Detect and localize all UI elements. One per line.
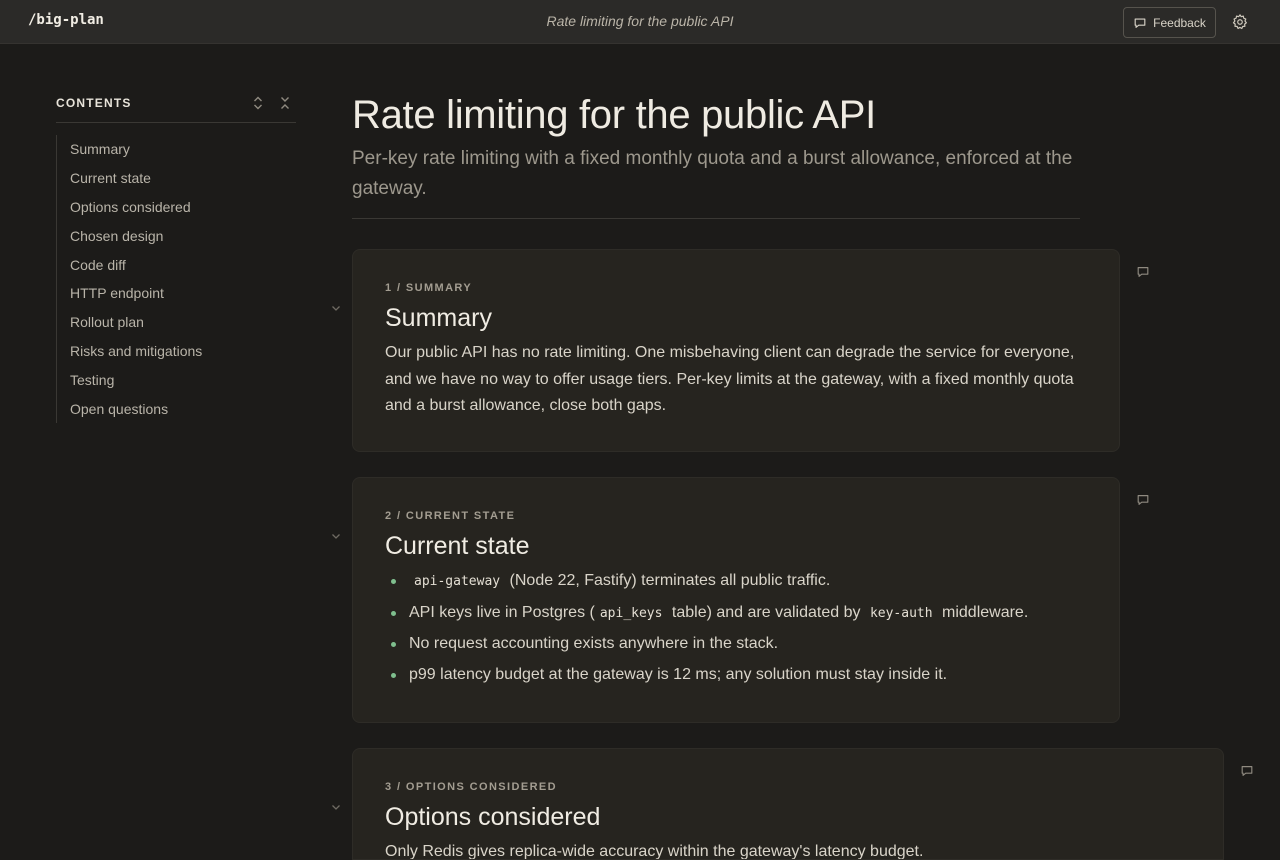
list-item: No request accounting exists anywhere in…	[385, 629, 1087, 660]
list-item: API keys live in Postgres (api_keys tabl…	[385, 598, 1087, 630]
list-item-text: middleware.	[937, 603, 1029, 621]
list-item: p99 latency budget at the gateway is 12 …	[385, 660, 1087, 691]
section-body: Our public API has no rate limiting. One…	[385, 344, 1075, 414]
section-label: 2 / CURRENT STATE	[385, 510, 516, 522]
list-item-text: p99 latency budget at the gateway is 12 …	[409, 666, 948, 684]
chevron-down-icon[interactable]	[330, 302, 342, 314]
top-bar: /big-plan Rate limiting for the public A…	[0, 0, 1280, 44]
list-item-text: API keys live in Postgres (	[409, 603, 595, 621]
bullet-dot	[391, 579, 396, 584]
toc-item-testing[interactable]: Testing	[57, 366, 296, 395]
toc-item-risks-and-mitigations[interactable]: Risks and mitigations	[57, 337, 296, 366]
section-label: 1 / SUMMARY	[385, 282, 473, 294]
comment-icon[interactable]	[1136, 493, 1150, 507]
collapse-all-icon[interactable]	[278, 95, 292, 111]
toc-item-rollout-plan[interactable]: Rollout plan	[57, 308, 296, 337]
chevron-down-icon[interactable]	[330, 530, 342, 542]
inline-code: api-gateway	[414, 574, 501, 589]
feedback-label: Feedback	[1153, 15, 1206, 30]
bullet-dot	[391, 610, 396, 616]
comment-icon	[1134, 17, 1146, 28]
inline-code: api_keys	[599, 605, 663, 621]
section-body: Only Redis gives replica-wide accuracy w…	[385, 843, 924, 860]
section-title: Summary	[385, 304, 492, 332]
toc-item-summary[interactable]: Summary	[57, 135, 296, 164]
comment-icon[interactable]	[1240, 764, 1254, 778]
bullet-dot	[391, 642, 396, 648]
inline-code: key-auth	[869, 605, 933, 621]
toc-header: CONTENTS	[56, 95, 296, 123]
toc-title: CONTENTS	[56, 96, 132, 110]
toc-list: Summary Current state Options considered…	[56, 135, 296, 423]
section-title: Current state	[385, 532, 530, 560]
toc-item-chosen-design[interactable]: Chosen design	[57, 222, 296, 251]
section-title: Options considered	[385, 803, 601, 831]
toc-item-code-diff[interactable]: Code diff	[57, 251, 296, 280]
section-options-considered: 3 / OPTIONS CONSIDERED Options considere…	[352, 748, 1224, 860]
section-label: 3 / OPTIONS CONSIDERED	[385, 781, 557, 793]
page-title: Rate limiting for the public API	[352, 93, 876, 137]
list-item-text: table) and are validated by	[667, 603, 865, 621]
document-title: Rate limiting for the public API	[546, 13, 734, 29]
toc-item-current-state[interactable]: Current state	[57, 164, 296, 193]
chevron-down-icon[interactable]	[330, 801, 342, 813]
toc-item-http-endpoint[interactable]: HTTP endpoint	[57, 279, 296, 308]
toc-item-open-questions[interactable]: Open questions	[57, 395, 296, 424]
page-subtitle: Per-key rate limiting with a fixed month…	[352, 148, 1073, 199]
bullet-list: api-gateway (Node 22, Fastify) terminate…	[385, 566, 1087, 691]
list-item: api-gateway (Node 22, Fastify) terminate…	[385, 566, 1087, 598]
feedback-button[interactable]: Feedback	[1123, 7, 1216, 38]
list-item-text: No request accounting exists anywhere in…	[409, 635, 779, 653]
toc-item-options-considered[interactable]: Options considered	[57, 193, 296, 222]
section-summary: 1 / SUMMARY Summary Our public API has n…	[352, 249, 1120, 452]
comment-icon[interactable]	[1136, 265, 1150, 279]
bullet-dot	[391, 673, 396, 679]
expand-all-icon[interactable]	[251, 95, 265, 111]
gear-icon[interactable]	[1231, 13, 1249, 31]
title-divider	[352, 218, 1080, 219]
section-current-state: 2 / CURRENT STATE Current state api-gate…	[352, 477, 1120, 723]
list-item-text: (Node 22, Fastify) terminates all public…	[505, 572, 831, 589]
